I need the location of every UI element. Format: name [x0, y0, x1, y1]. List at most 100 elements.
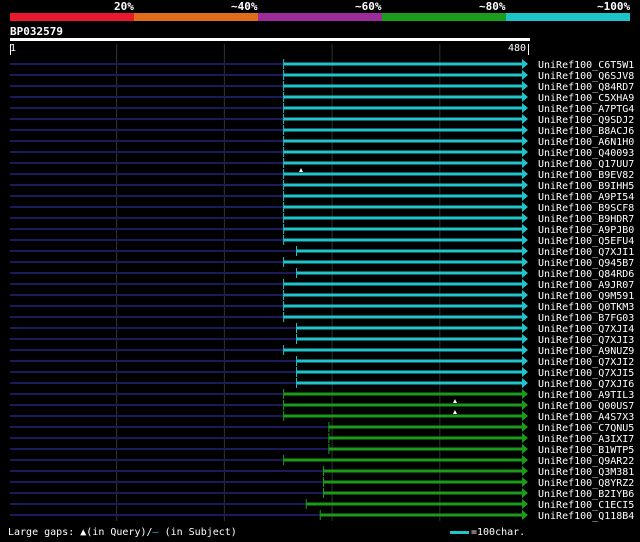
hit-label[interactable]: UniRef100_Q84RD7	[538, 82, 634, 93]
hit-label[interactable]: UniRef100_B2IYB6	[538, 489, 634, 500]
large-gaps-legend: Large gaps: ▲(in Query)/— (in Subject)	[8, 527, 237, 538]
hit-arrow-icon	[522, 125, 528, 135]
legend-label: ~100%	[597, 0, 631, 13]
hit-label[interactable]: UniRef100_Q17UU7	[538, 159, 634, 170]
hit-label[interactable]: UniRef100_A9TIL3	[538, 390, 634, 401]
hit-arrow-icon	[522, 202, 528, 212]
hit-arrow-icon	[522, 213, 528, 223]
hit-label[interactable]: UniRef100_B8ACJ6	[538, 126, 634, 137]
hit-arrow-icon	[522, 257, 528, 267]
scale-legend-label: =100char.	[471, 527, 526, 538]
hit-arrow-icon	[522, 323, 528, 333]
hit-arrow-icon	[522, 246, 528, 256]
hit-label[interactable]: UniRef100_A7PTG4	[538, 104, 634, 115]
legend-label: ~80%	[479, 0, 506, 13]
large-gaps-query: (in Query)/	[86, 527, 153, 538]
hit-label[interactable]: UniRef100_B9SCF8	[538, 203, 634, 214]
hit-label[interactable]: UniRef100_Q6SJV8	[538, 71, 634, 82]
hit-label[interactable]: UniRef100_Q8YRZ2	[538, 478, 634, 489]
hit-arrow-icon	[522, 356, 528, 366]
gap-marker-icon	[299, 168, 303, 172]
hit-label[interactable]: UniRef100_Q84RD6	[538, 269, 634, 280]
hit-arrow-icon	[522, 411, 528, 421]
hit-label[interactable]: UniRef100_Q9SDJ2	[538, 115, 634, 126]
hit-arrow-icon	[522, 191, 528, 201]
hit-label[interactable]: UniRef100_Q9AR22	[538, 456, 634, 467]
hit-label[interactable]: UniRef100_Q9M591	[538, 291, 634, 302]
hit-arrow-icon	[522, 59, 528, 69]
hit-arrow-icon	[522, 510, 528, 520]
large-gaps-subject: (in Subject)	[158, 527, 237, 538]
gap-marker-icon	[453, 410, 457, 414]
hit-label[interactable]: UniRef100_Q7XJI2	[538, 357, 634, 368]
legend-label: ~60%	[355, 0, 382, 13]
hit-arrow-icon	[522, 400, 528, 410]
hit-arrow-icon	[522, 345, 528, 355]
hit-label[interactable]: UniRef100_Q945B7	[538, 258, 634, 269]
scale-sample-icon	[450, 530, 469, 534]
hit-label[interactable]: UniRef100_A9JR07	[538, 280, 634, 291]
hit-label[interactable]: UniRef100_A9PI54	[538, 192, 634, 203]
hit-arrow-icon	[522, 235, 528, 245]
hit-arrow-icon	[522, 279, 528, 289]
hit-label[interactable]: UniRef100_Q5EFU4	[538, 236, 634, 247]
hit-label[interactable]: UniRef100_Q7XJI4	[538, 324, 634, 335]
hit-arrow-icon	[522, 169, 528, 179]
hit-arrow-icon	[522, 301, 528, 311]
hit-arrow-icon	[522, 103, 528, 113]
hit-arrow-icon	[522, 81, 528, 91]
hit-label[interactable]: UniRef100_Q7XJI6	[538, 379, 634, 390]
hit-arrow-icon	[522, 158, 528, 168]
hit-arrow-icon	[522, 180, 528, 190]
hit-alignment-panel: UniRef100_C6T5W1UniRef100_Q6SJV8UniRef10…	[10, 44, 634, 522]
hit-label[interactable]: UniRef100_A9PJB0	[538, 225, 634, 236]
hit-label[interactable]: UniRef100_Q118B4	[538, 511, 634, 522]
hit-label[interactable]: UniRef100_A6N1H0	[538, 137, 634, 148]
hit-arrow-icon	[522, 367, 528, 377]
hit-label[interactable]: UniRef100_C1ECI5	[538, 500, 634, 511]
hit-arrow-icon	[522, 290, 528, 300]
hit-arrow-icon	[522, 70, 528, 80]
hit-arrow-icon	[522, 433, 528, 443]
hit-label[interactable]: UniRef100_A3IXI7	[538, 434, 634, 445]
hit-arrow-icon	[522, 455, 528, 465]
legend-label: ~40%	[231, 0, 258, 13]
gap-marker-icon	[453, 399, 457, 403]
hit-arrow-icon	[522, 268, 528, 278]
hit-label[interactable]: UniRef100_Q0TKM3	[538, 302, 634, 313]
hit-arrow-icon	[522, 378, 528, 388]
hit-arrow-icon	[522, 477, 528, 487]
hit-label[interactable]: UniRef100_B9IHH5	[538, 181, 634, 192]
hit-label[interactable]: UniRef100_Q7XJI1	[538, 247, 634, 258]
hit-arrow-icon	[522, 312, 528, 322]
hit-arrow-icon	[522, 444, 528, 454]
hit-label[interactable]: UniRef100_B7FG03	[538, 313, 634, 324]
hit-label[interactable]: UniRef100_Q3M381	[538, 467, 634, 478]
hit-arrow-icon	[522, 466, 528, 476]
hit-arrow-icon	[522, 389, 528, 399]
hit-label[interactable]: UniRef100_Q7XJI5	[538, 368, 634, 379]
hit-arrow-icon	[522, 224, 528, 234]
hit-label[interactable]: UniRef100_Q40093	[538, 148, 634, 159]
hit-label[interactable]: UniRef100_A4S7X3	[538, 412, 634, 423]
scale-legend: =100char.	[450, 527, 525, 538]
hit-label[interactable]: UniRef100_C5XHA9	[538, 93, 634, 104]
hit-arrow-icon	[522, 334, 528, 344]
legend-label: 20%	[114, 0, 134, 13]
hit-label[interactable]: UniRef100_B9HDR7	[538, 214, 634, 225]
hit-arrow-icon	[522, 92, 528, 102]
hit-label[interactable]: UniRef100_B1WTP5	[538, 445, 634, 456]
hit-arrow-icon	[522, 488, 528, 498]
hit-label[interactable]: UniRef100_C7QNU5	[538, 423, 634, 434]
hit-arrow-icon	[522, 147, 528, 157]
hit-label[interactable]: UniRef100_C6T5W1	[538, 60, 634, 71]
large-gaps-prefix: Large gaps:	[8, 527, 81, 538]
hit-arrow-icon	[522, 136, 528, 146]
hit-label[interactable]: UniRef100_Q00US7	[538, 401, 634, 412]
hit-label[interactable]: UniRef100_B9EV82	[538, 170, 634, 181]
hit-label[interactable]: UniRef100_A9NUZ9	[538, 346, 634, 357]
hit-arrow-icon	[522, 422, 528, 432]
hit-arrow-icon	[522, 499, 528, 509]
hit-label[interactable]: UniRef100_Q7XJI3	[538, 335, 634, 346]
hit-arrow-icon	[522, 114, 528, 124]
